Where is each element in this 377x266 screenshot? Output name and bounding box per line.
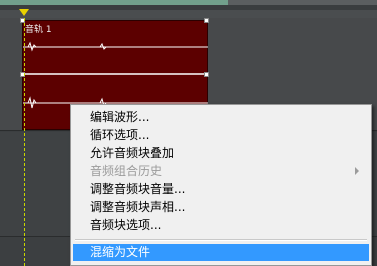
menu-item-adjust-pan[interactable]: 调整音频块声相...	[73, 199, 369, 216]
menu-item-mixdown-to-file[interactable]: 混缩为文件	[73, 244, 369, 261]
menu-item-adjust-volume[interactable]: 调整音频块音量...	[73, 181, 369, 198]
submenu-arrow-icon	[355, 167, 359, 175]
menu-item-loop-options[interactable]: 循环选项...	[73, 127, 369, 144]
horizontal-scroll-track[interactable]	[228, 0, 377, 5]
menu-item-edit-waveform[interactable]: 编辑波形...	[73, 109, 369, 126]
playhead-marker-icon[interactable]	[19, 9, 29, 16]
menu-item-allow-overlap[interactable]: 允许音频块叠加	[73, 145, 369, 162]
horizontal-scroll-thumb[interactable]	[0, 0, 228, 5]
clip-handle-mid-right[interactable]	[204, 72, 209, 77]
menu-item-group-history[interactable]: 音频组合历史	[73, 163, 369, 180]
context-menu: 编辑波形... 循环选项... 允许音频块叠加 音频组合历史 调整音频块音量..…	[70, 104, 372, 266]
menu-separator	[75, 239, 367, 241]
playhead-line	[24, 18, 25, 266]
menu-item-clip-options[interactable]: 音频块选项...	[73, 217, 369, 234]
menu-item-group-history-label: 音频组合历史	[90, 164, 163, 178]
top-ruler	[0, 0, 377, 10]
clip-handle-top-right[interactable]	[204, 18, 209, 23]
